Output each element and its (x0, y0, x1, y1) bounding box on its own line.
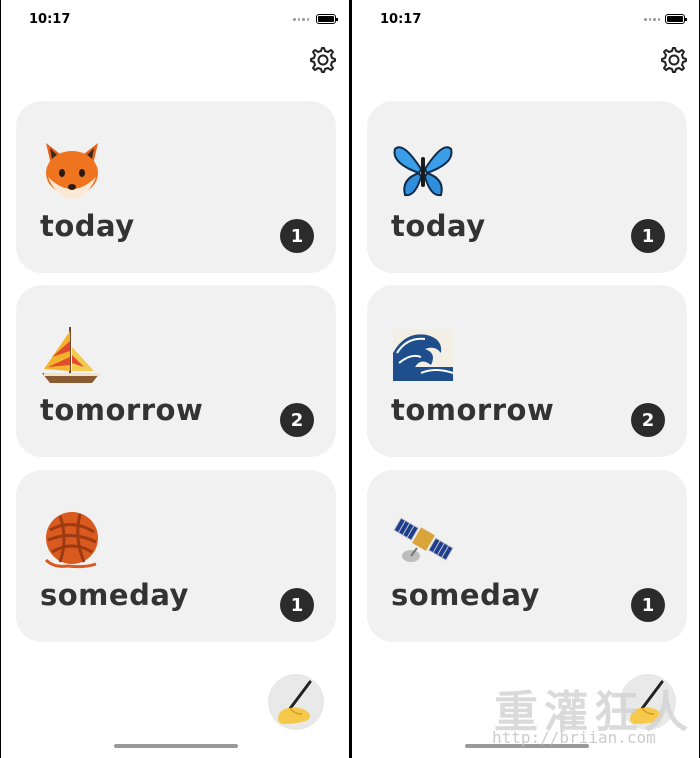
card-label: tomorrow (40, 393, 204, 427)
card-label: today (40, 209, 135, 243)
home-indicator (114, 744, 238, 748)
card-label: today (391, 209, 486, 243)
count-badge: 2 (631, 403, 665, 437)
count-badge: 1 (631, 588, 665, 622)
list-card-someday[interactable]: someday 1 (16, 470, 336, 642)
satellite-icon (393, 517, 454, 562)
count-badge: 1 (280, 588, 314, 622)
card-label: tomorrow (391, 393, 555, 427)
battery-icon (316, 14, 338, 24)
status-time: 10:17 (380, 12, 422, 27)
fox-face-icon (46, 143, 98, 199)
signal-icon (293, 18, 309, 22)
card-label: someday (40, 578, 189, 612)
yarn-icon (44, 512, 98, 569)
writing-hand-icon (278, 680, 312, 724)
signal-icon (644, 18, 660, 22)
gear-icon[interactable] (306, 44, 338, 76)
count-badge: 1 (631, 219, 665, 253)
butterfly-icon (393, 146, 453, 197)
list-card-today[interactable]: today 1 (16, 101, 336, 273)
list-card-today[interactable]: today 1 (367, 101, 687, 273)
count-badge: 2 (280, 403, 314, 437)
count-badge: 1 (280, 219, 314, 253)
phone-screen-left: 10:17 today 1 tomorrow 2 someday 1 (0, 0, 350, 758)
watermark-url: http://briian.com (492, 728, 656, 747)
phone-screen-right: 10:17 today 1 tomorrow 2 someday 1 (352, 0, 700, 758)
card-label: someday (391, 578, 540, 612)
list-card-tomorrow[interactable]: tomorrow 2 (16, 285, 336, 457)
list-card-tomorrow[interactable]: tomorrow 2 (367, 285, 687, 457)
site-watermark: 重灌狂人 http://briian.com (472, 676, 700, 756)
water-wave-icon (393, 329, 454, 381)
battery-icon (665, 14, 687, 24)
list-card-someday[interactable]: someday 1 (367, 470, 687, 642)
gear-icon[interactable] (657, 44, 689, 76)
status-time: 10:17 (29, 12, 71, 27)
compose-button[interactable] (268, 674, 324, 730)
sailboat-icon (42, 327, 100, 383)
